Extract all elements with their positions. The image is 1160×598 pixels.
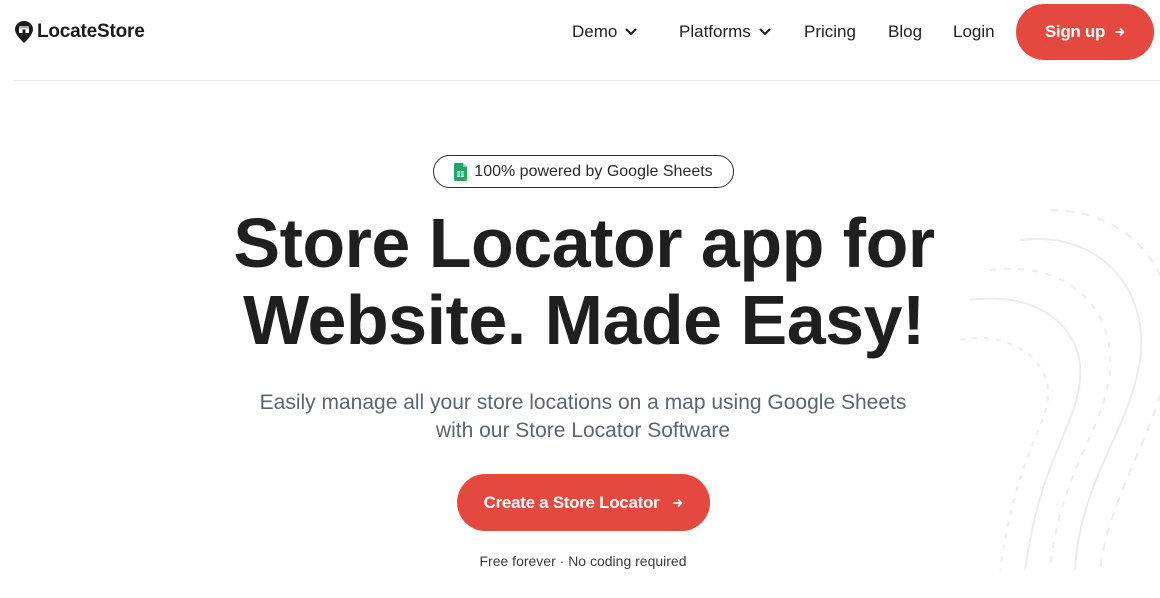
map-pin-store-icon: [15, 21, 33, 43]
signup-button[interactable]: Sign up: [1016, 4, 1154, 60]
nav-platforms-dropdown[interactable]: Platforms: [679, 22, 771, 42]
brand-logo[interactable]: LocateStore: [14, 20, 145, 44]
hero-subtitle-line-1: Easily manage all your store locations o…: [259, 391, 907, 414]
site-header: LocateStore Demo Platforms Pricing Blog …: [0, 0, 1160, 80]
hero-title-line-1: Store Locator app for: [233, 204, 935, 282]
hero-subtitle-line-2: with our Store Locator Software: [435, 419, 731, 442]
nav-demo-label: Demo: [572, 22, 618, 41]
arrow-right-icon: [1115, 28, 1125, 36]
nav-blog-link[interactable]: Blog: [888, 22, 922, 42]
create-store-locator-button[interactable]: Create a Store Locator: [457, 474, 710, 531]
signup-button-label: Sign up: [1044, 22, 1106, 41]
nav-pricing-link[interactable]: Pricing: [804, 22, 856, 42]
google-sheets-badge: 100% powered by Google Sheets: [433, 155, 734, 188]
chevron-down-icon: [625, 28, 637, 35]
nav-demo-dropdown[interactable]: Demo: [572, 22, 637, 42]
free-forever-note: Free forever · No coding required: [479, 553, 687, 569]
badge-text: 100% powered by Google Sheets: [474, 162, 713, 180]
arrow-right-icon: [673, 498, 683, 507]
brand-name: LocateStore: [37, 21, 145, 42]
nav-login-link[interactable]: Login: [953, 22, 995, 42]
chevron-down-icon: [759, 28, 771, 35]
create-store-locator-label: Create a Store Locator: [483, 492, 660, 512]
header-divider: [14, 80, 1160, 81]
hero-title-line-2: Website. Made Easy!: [243, 281, 925, 359]
google-sheets-icon: [454, 162, 468, 181]
hero-title: Store Locator app for Website. Made Easy…: [0, 205, 1160, 359]
hero-subtitle: Easily manage all your store locations o…: [230, 389, 936, 445]
nav-platforms-label: Platforms: [679, 22, 751, 41]
